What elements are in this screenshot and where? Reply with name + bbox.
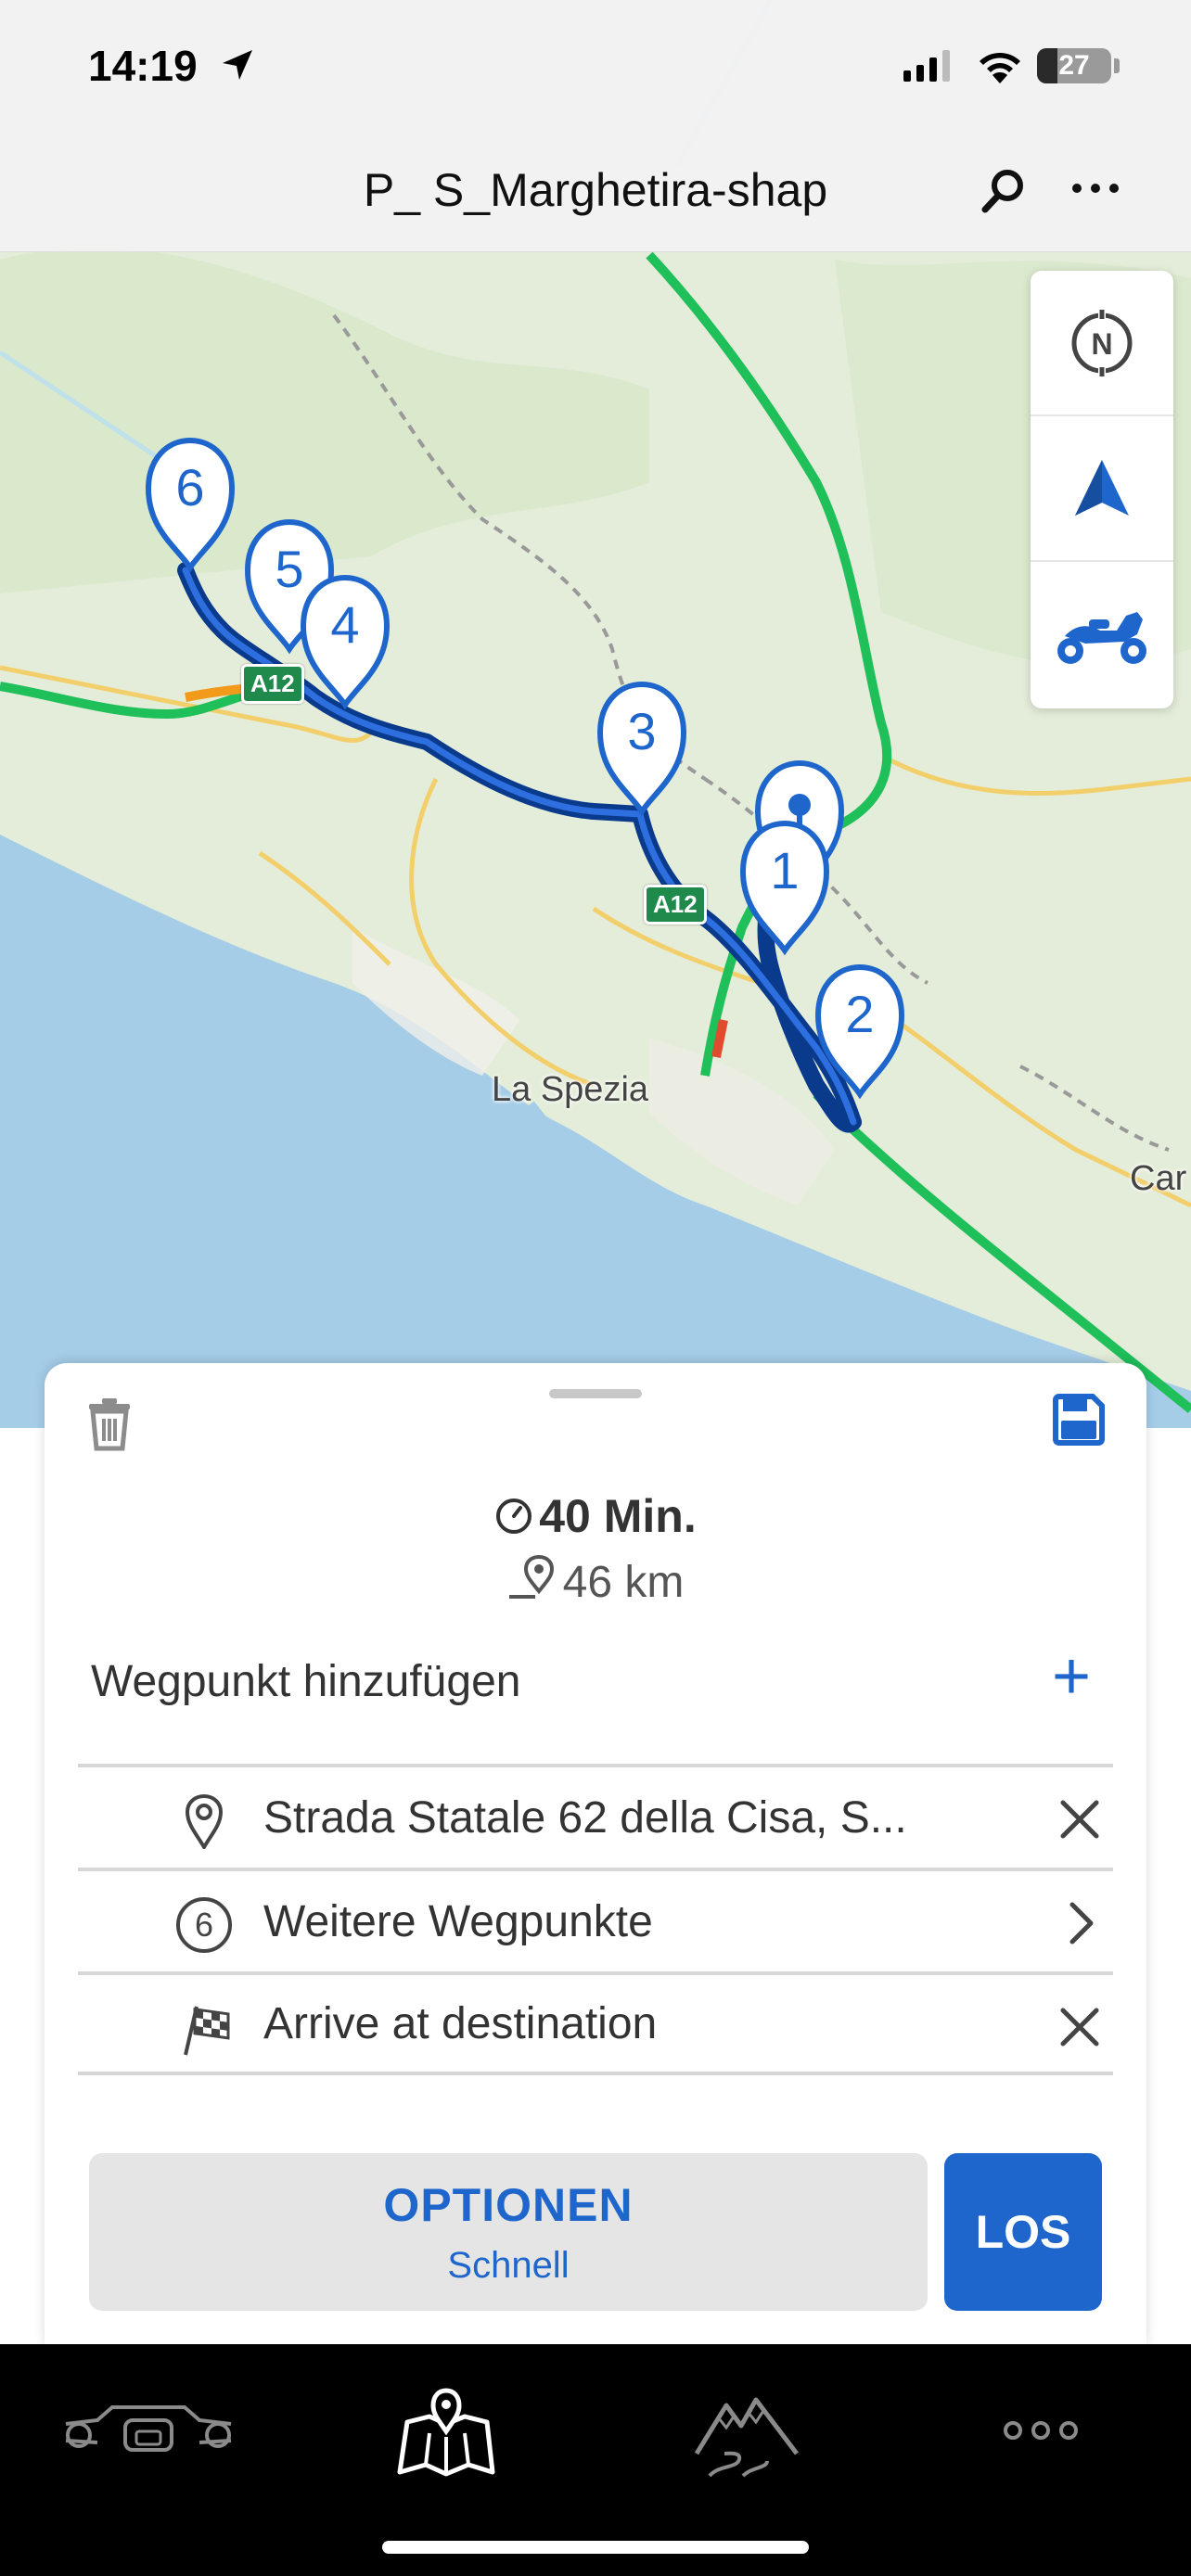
- options-route-type: Schnell: [447, 2244, 570, 2286]
- route-duration: 40 Min.: [45, 1489, 1146, 1543]
- svg-text:3: 3: [627, 702, 656, 760]
- search-icon[interactable]: [978, 165, 1030, 217]
- top-bar: 14:19 27 P_ S_Marghetira-shap: [0, 0, 1191, 252]
- home-indicator[interactable]: [382, 2541, 809, 2554]
- svg-text:6: 6: [195, 1906, 213, 1944]
- waypoint-marker-4[interactable]: 4: [300, 574, 391, 710]
- svg-text:4: 4: [330, 595, 359, 654]
- highway-shield: A12: [644, 885, 707, 925]
- motorcycle-icon: [1057, 611, 1146, 664]
- motorcycle-dashboard-icon: [65, 2405, 232, 2452]
- city-label-car: Car: [1130, 1159, 1187, 1198]
- map-controls: N: [1031, 271, 1173, 708]
- city-label-la-spezia: La Spezia: [492, 1070, 649, 1109]
- trash-icon[interactable]: [85, 1396, 134, 1452]
- cellular-signal-icon: [903, 50, 950, 82]
- compass-north-icon: N: [1071, 309, 1133, 376]
- vehicle-mode-button[interactable]: [1031, 562, 1173, 708]
- navigate-button[interactable]: [1031, 416, 1173, 562]
- go-button[interactable]: LOS: [944, 2153, 1102, 2311]
- route-distance: 46 km: [45, 1554, 1146, 1608]
- close-icon[interactable]: [1056, 1795, 1104, 1843]
- close-icon[interactable]: [1056, 2003, 1104, 2051]
- wifi-icon: [980, 53, 1020, 83]
- waypoint-row[interactable]: Strada Statale 62 della Cisa, S...: [78, 1764, 1113, 1868]
- map-pin-icon: [397, 2388, 495, 2477]
- svg-text:1: 1: [770, 841, 799, 899]
- options-button[interactable]: OPTIONEN Schnell: [89, 2153, 928, 2311]
- destination-label: Arrive at destination: [263, 1998, 658, 2048]
- add-waypoint-button[interactable]: +: [1052, 1643, 1091, 1710]
- stopwatch-icon: [496, 1498, 532, 1534]
- waypoint-row[interactable]: 6 Weitere Wegpunkte: [78, 1868, 1113, 1971]
- more-dots-icon: [1004, 2421, 1078, 2440]
- waypoint-marker-3[interactable]: 3: [596, 681, 687, 817]
- svg-text:N: N: [1091, 327, 1112, 361]
- status-time: 14:19: [88, 42, 198, 90]
- svg-text:5: 5: [275, 540, 303, 598]
- route-sheet: 40 Min. 46 km Wegpunkt hinzufügen + Stra…: [45, 1363, 1146, 2346]
- tab-bar: [0, 2344, 1191, 2576]
- tab-route-planner[interactable]: [352, 2361, 538, 2500]
- sea-area: [0, 835, 1191, 1428]
- tab-dashboard[interactable]: [56, 2361, 241, 2500]
- distance-pin-icon: [508, 1554, 554, 1599]
- navigation-arrow-icon: [1075, 459, 1129, 516]
- save-icon[interactable]: [1052, 1393, 1106, 1447]
- svg-text:6: 6: [175, 458, 204, 516]
- options-label: OPTIONEN: [383, 2178, 634, 2231]
- waypoint-marker-1[interactable]: 1: [739, 820, 830, 956]
- add-waypoint-label[interactable]: Wegpunkt hinzufügen: [91, 1656, 520, 1707]
- checkered-flag-icon: [174, 1999, 234, 2059]
- tab-more[interactable]: [948, 2361, 1133, 2500]
- battery-indicator: 27: [1037, 48, 1111, 83]
- more-waypoints-label: Weitere Wegpunkte: [263, 1896, 653, 1946]
- chevron-right-icon[interactable]: [1056, 1899, 1104, 1947]
- waypoint-row[interactable]: Arrive at destination: [78, 1971, 1113, 2075]
- waypoint-address: Strada Statale 62 della Cisa, S...: [263, 1792, 907, 1843]
- waypoint-list: Strada Statale 62 della Cisa, S... 6 Wei…: [78, 1764, 1113, 2075]
- highway-shield: A12: [241, 664, 304, 704]
- mountain-road-icon: [694, 2397, 799, 2478]
- compass-button[interactable]: N: [1031, 271, 1173, 416]
- location-arrow-icon: [223, 50, 252, 80]
- circled-number-icon: 6: [174, 1895, 234, 1955]
- location-pin-icon: [174, 1792, 234, 1851]
- tab-explore[interactable]: [654, 2361, 839, 2500]
- more-options-icon[interactable]: [1072, 184, 1119, 193]
- sheet-drag-handle[interactable]: [549, 1389, 642, 1398]
- svg-text:2: 2: [845, 985, 874, 1043]
